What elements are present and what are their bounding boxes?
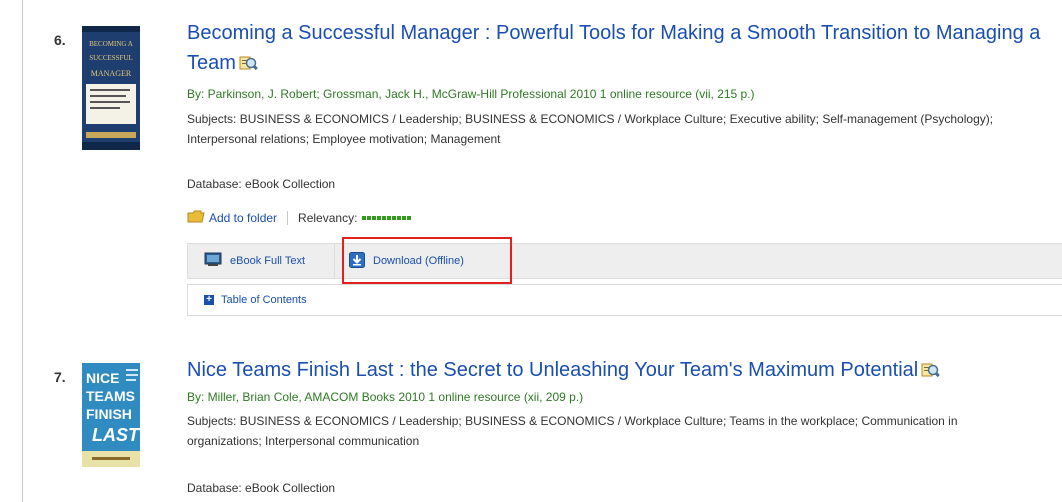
- magnifier-preview-icon[interactable]: [921, 357, 941, 387]
- table-of-contents-label: Table of Contents: [221, 294, 307, 306]
- ebook-fulltext-button[interactable]: eBook Full Text: [188, 244, 335, 278]
- result-actions: Add to folder Relevancy:: [187, 210, 412, 226]
- cover-text: MANAGER: [91, 69, 132, 78]
- cover-text: BECOMING A: [89, 40, 133, 48]
- divider: [287, 211, 289, 225]
- result-database: Database: eBook Collection: [187, 481, 336, 495]
- add-to-folder-label: Add to folder: [209, 211, 278, 225]
- result-title[interactable]: Nice Teams Finish Last : the Secret to U…: [187, 355, 1042, 387]
- relevancy-bar: [362, 216, 412, 220]
- cover-text: LAST: [92, 425, 140, 445]
- result-number: 6.: [54, 32, 66, 48]
- result-title[interactable]: Becoming a Successful Manager : Powerful…: [187, 18, 1042, 80]
- result-byline: By: Miller, Brian Cole, AMACOM Books 201…: [187, 390, 584, 404]
- folder-icon: [187, 210, 205, 226]
- plus-icon: +: [204, 295, 214, 305]
- table-of-contents-toggle[interactable]: + Table of Contents: [204, 294, 307, 306]
- result-title-link[interactable]: Nice Teams Finish Last : the Secret to U…: [187, 359, 918, 381]
- download-highlight-box: [342, 237, 512, 284]
- cover-text: NICE: [86, 370, 119, 386]
- cover-text: TEAMS: [86, 388, 135, 404]
- cover-text: FINISH: [86, 406, 132, 422]
- add-to-folder-link[interactable]: Add to folder: [187, 210, 277, 226]
- book-cover-image[interactable]: BECOMING A SUCCESSFUL MANAGER: [82, 26, 140, 150]
- magnifier-preview-icon[interactable]: [239, 50, 258, 80]
- result-subjects: Subjects: BUSINESS & ECONOMICS / Leaders…: [187, 112, 994, 146]
- ebook-fulltext-icon: [204, 252, 222, 270]
- result-byline: By: Parkinson, J. Robert; Grossman, Jack…: [187, 87, 755, 101]
- relevancy-label: Relevancy:: [298, 211, 358, 225]
- table-of-contents-row: + Table of Contents: [187, 284, 1062, 316]
- cover-text: SUCCESSFUL: [89, 54, 133, 62]
- ebook-fulltext-label: eBook Full Text: [230, 255, 306, 267]
- result-content: Nice Teams Finish Last : the Secret to U…: [187, 355, 1062, 495]
- book-cover-image[interactable]: NICE TEAMS FINISH LAST: [82, 363, 140, 467]
- format-tabs: eBook Full Text Download (Offline): [187, 243, 1062, 279]
- result-title-link[interactable]: Becoming a Successful Manager : Powerful…: [187, 22, 1040, 74]
- result-content: Becoming a Successful Manager : Powerful…: [187, 18, 1062, 316]
- result-subjects: Subjects: BUSINESS & ECONOMICS / Leaders…: [187, 414, 958, 448]
- result-number: 7.: [54, 369, 66, 385]
- result-database: Database: eBook Collection: [187, 177, 336, 191]
